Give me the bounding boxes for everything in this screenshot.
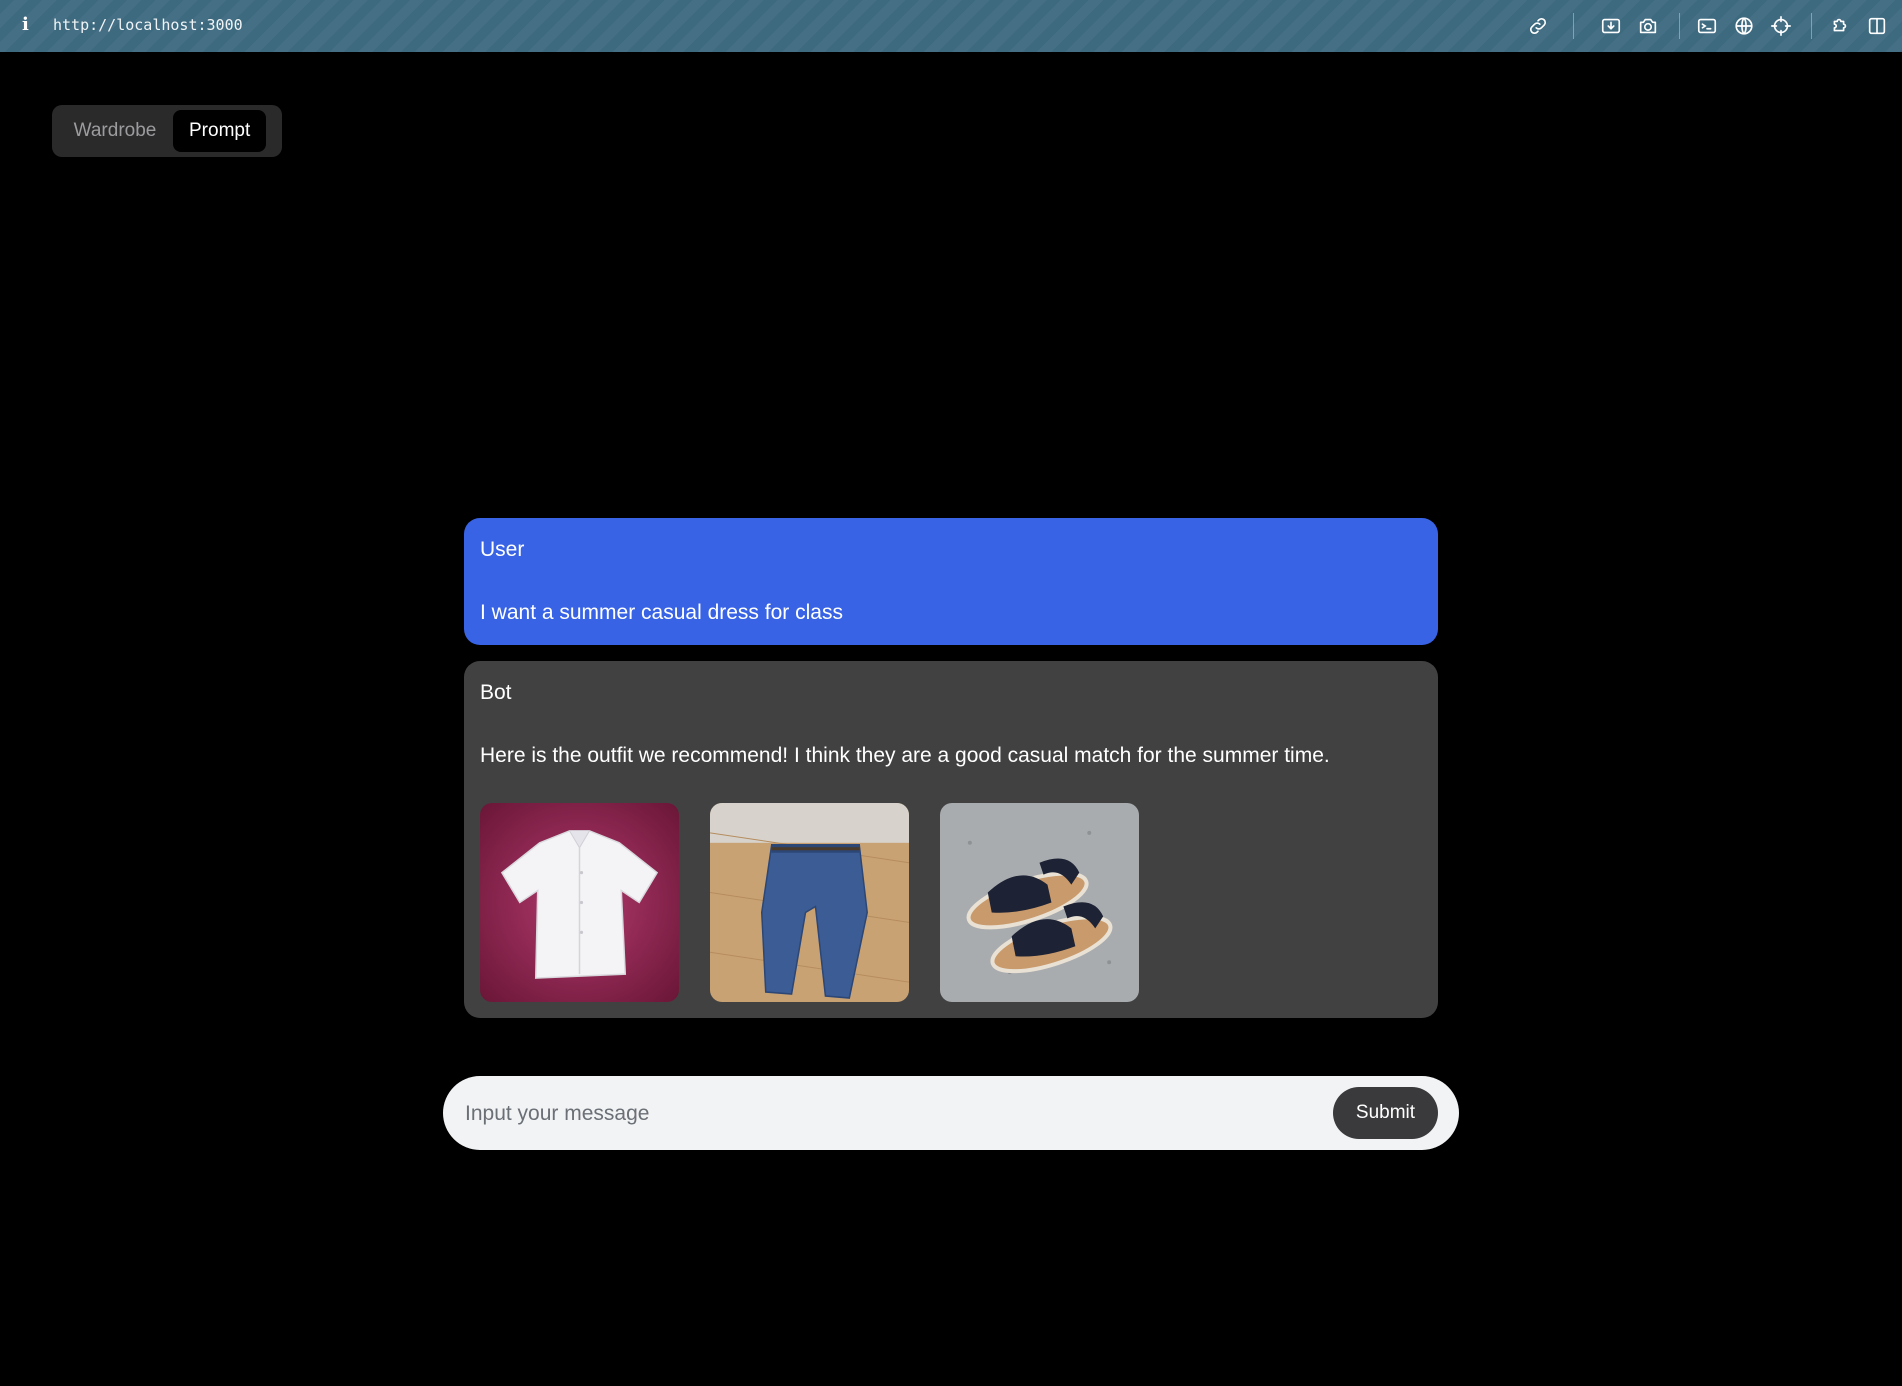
submit-button[interactable]: Submit — [1333, 1087, 1438, 1139]
toolbar-divider — [1573, 13, 1574, 39]
browser-toolbar: i http://localhost:3000 — [0, 0, 1902, 52]
message-role: Bot — [480, 681, 512, 704]
link-icon[interactable] — [1527, 15, 1549, 37]
tab-wardrobe[interactable]: Wardrobe — [57, 110, 173, 152]
tab-prompt[interactable]: Prompt — [173, 110, 267, 152]
camera-icon[interactable] — [1637, 15, 1659, 37]
sandals-image[interactable] — [940, 803, 1139, 1002]
user-message: User I want a summer casual dress for cl… — [464, 518, 1438, 645]
sidebar-icon[interactable] — [1866, 15, 1888, 37]
jeans-image[interactable] — [710, 803, 909, 1002]
white-shirt-image[interactable] — [480, 803, 679, 1002]
download-icon[interactable] — [1600, 15, 1622, 37]
message-role: User — [480, 538, 525, 561]
bot-message: Bot Here is the outfit we recommend! I t… — [464, 661, 1438, 1018]
extension-icon[interactable] — [1828, 15, 1850, 37]
message-text: Here is the outfit we recommend! I think… — [480, 744, 1330, 767]
message-composer: Submit — [443, 1076, 1459, 1152]
terminal-icon[interactable] — [1696, 15, 1718, 37]
toolbar-divider — [1811, 13, 1812, 39]
toolbar-divider — [1679, 13, 1680, 39]
crosshair-icon[interactable] — [1770, 15, 1792, 37]
globe-icon[interactable] — [1733, 15, 1755, 37]
message-input[interactable] — [463, 1076, 1347, 1152]
message-text: I want a summer casual dress for class — [480, 601, 843, 624]
view-switcher: Wardrobe Prompt — [52, 105, 282, 157]
outfit-images — [480, 803, 1139, 1002]
